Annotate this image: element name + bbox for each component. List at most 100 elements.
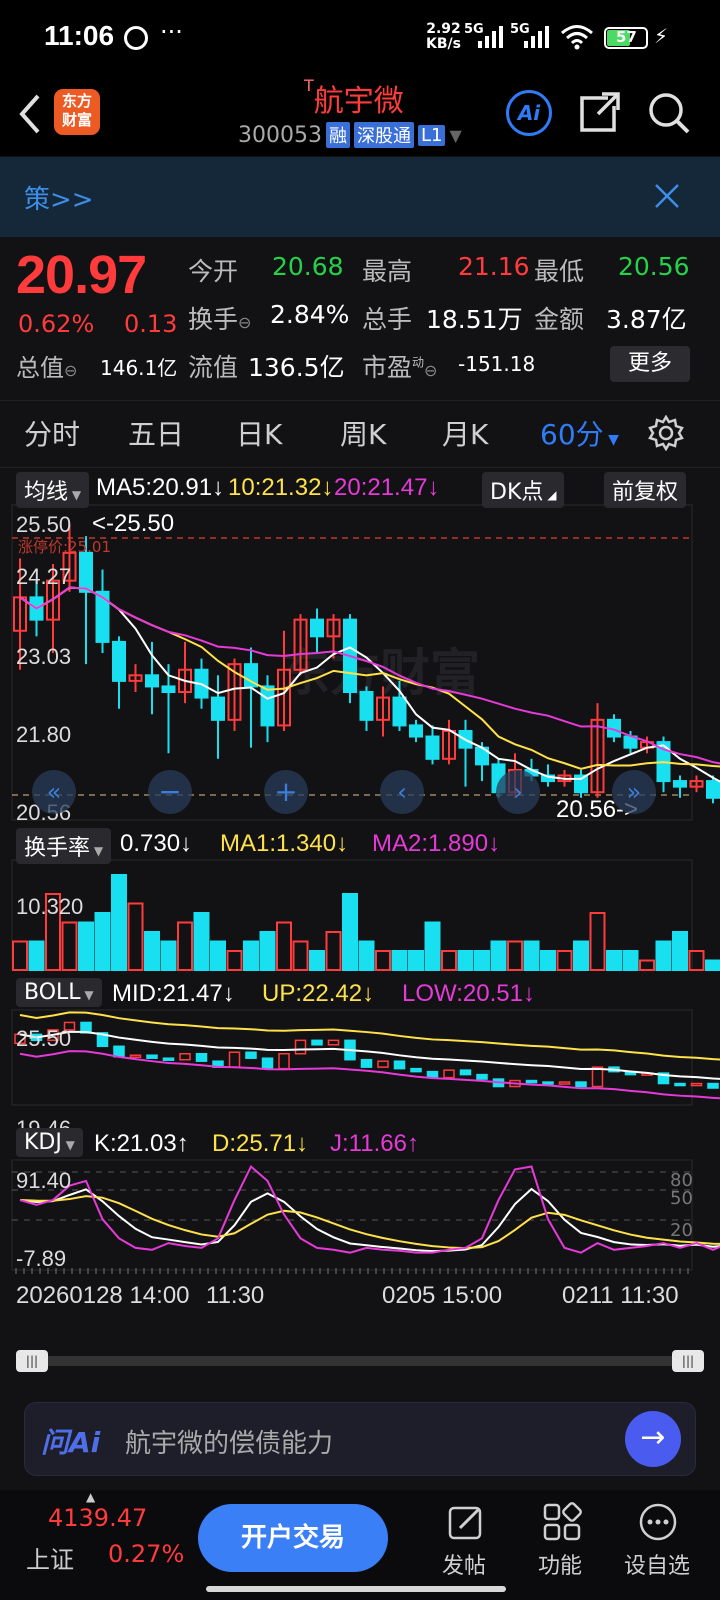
ai-send-button[interactable]: → — [625, 1411, 681, 1467]
boll-candle — [195, 1052, 208, 1062]
boll-candle — [459, 1069, 472, 1076]
boll-candle — [294, 1039, 307, 1055]
low-value: 20.56 — [618, 252, 690, 281]
trade-button[interactable]: 开户交易 — [198, 1504, 388, 1572]
high-marker: <-25.50 — [92, 510, 175, 537]
candle-body — [673, 780, 687, 788]
tab-5day[interactable]: 五日 — [128, 413, 184, 453]
turnover-bar — [309, 950, 325, 971]
turnover-bar — [523, 940, 540, 971]
kdj-y-top: 91.40 — [16, 1168, 72, 1193]
post-icon[interactable] — [446, 1502, 486, 1542]
kdj-k: K:21.03↑ — [94, 1130, 189, 1157]
boll-selector[interactable]: BOLL ▼ — [16, 978, 102, 1007]
turnover-value: 2.84% — [270, 300, 350, 329]
tab-day-k[interactable]: 日K — [236, 413, 282, 453]
charging-icon: ⚡ — [654, 24, 669, 48]
strategy-link[interactable]: 策>> — [24, 179, 94, 216]
boll-candle — [129, 1054, 142, 1058]
boll-candle — [674, 1082, 686, 1087]
bottom-bar: ▲ 4139.47 上证 0.27% 开户交易 发帖 功能 设自选 — [0, 1490, 720, 1600]
scroller-right-handle[interactable]: ||| — [672, 1350, 704, 1372]
tab-60min[interactable]: 60分 ▼ — [540, 413, 619, 453]
panel-frame — [11, 1159, 693, 1271]
ai-ask-bar[interactable]: 问Ai 航宇微的偿债能力 → — [24, 1402, 696, 1476]
share-icon[interactable] — [578, 90, 622, 134]
close-icon[interactable] — [654, 183, 680, 209]
range-scroller[interactable] — [16, 1356, 704, 1366]
boll-low: LOW:20.51↓ — [402, 980, 535, 1007]
scroll-right-button[interactable]: › — [496, 770, 540, 814]
boll-candle — [542, 1081, 554, 1085]
x-label-2: 11:30 — [206, 1282, 265, 1309]
info-icon: ⊖ — [238, 313, 252, 332]
turnover-selector[interactable]: 换手率 ▼ — [16, 828, 112, 864]
settings-gear-icon[interactable] — [648, 415, 684, 451]
nav-bar: 东方 财富 T航宇微 300053 融 深股通 L1 ▼ Ai — [0, 76, 720, 156]
mktcap-label: 总值⊖ — [16, 354, 78, 382]
stock-code-row[interactable]: 300053 融 深股通 L1 ▼ — [238, 122, 462, 148]
zoom-in-button[interactable]: + — [264, 770, 308, 814]
x-label-4: 0211 11:30 — [562, 1282, 679, 1309]
kdj-selector[interactable]: KDJ ▼ — [16, 1128, 83, 1157]
post-label[interactable]: 发帖 — [442, 1548, 486, 1580]
index-name[interactable]: 上证 — [26, 1540, 74, 1575]
ai-query-text[interactable]: 航宇微的偿债能力 — [125, 1423, 333, 1460]
tag-sgt: 深股通 — [353, 122, 414, 148]
turnover-bar — [672, 931, 688, 971]
kline-chart[interactable]: 东方财富 — [0, 500, 720, 1290]
more-circle-icon[interactable] — [638, 1502, 678, 1542]
boll-candle — [360, 1058, 373, 1068]
tab-month-k[interactable]: 月K — [442, 413, 488, 453]
turnover-bar — [655, 940, 672, 971]
function-label[interactable]: 功能 — [538, 1548, 582, 1580]
battery-icon: 57 — [604, 27, 648, 49]
y-label-3: 23.03 — [16, 644, 72, 669]
home-indicator — [206, 1586, 506, 1592]
boll-candle — [591, 1066, 604, 1088]
strategy-banner[interactable]: 策>> — [0, 157, 720, 237]
index-pct[interactable]: 0.27% — [108, 1540, 184, 1568]
candle-body — [706, 780, 720, 799]
kdj-ref-50: 50 — [670, 1188, 693, 1209]
kdj-ref-20: 20 — [670, 1220, 693, 1241]
turnover-bar — [573, 940, 589, 971]
boll-candle — [228, 1051, 241, 1068]
boll-line — [19, 1011, 720, 1061]
tab-week-k[interactable]: 周K — [340, 413, 386, 453]
volume-value: 18.51万 — [426, 305, 523, 334]
turnover-bar — [556, 950, 573, 971]
tab-fenshi[interactable]: 分时 — [24, 413, 80, 453]
index-value[interactable]: 4139.47 — [48, 1504, 147, 1532]
search-icon[interactable] — [646, 90, 692, 136]
function-grid-icon[interactable] — [542, 1502, 582, 1542]
wifi-icon — [561, 25, 593, 50]
boll-candle — [113, 1045, 125, 1058]
more-button[interactable]: 更多 — [610, 346, 690, 382]
candle-body — [310, 618, 324, 638]
boll-candle — [443, 1069, 455, 1079]
scroller-left-handle[interactable]: ||| — [16, 1350, 48, 1372]
turnover-bar — [226, 950, 243, 971]
turnover-bar — [342, 893, 358, 971]
open-value: 20.68 — [272, 252, 344, 281]
status-time: 11:06 — [44, 20, 115, 51]
candle-body — [425, 735, 440, 760]
ai-button[interactable]: Ai — [506, 90, 552, 136]
candle-body — [409, 724, 423, 738]
kdj-d: D:25.71↓ — [212, 1130, 309, 1157]
scroll-right-fast-button[interactable]: » — [612, 770, 656, 814]
dropdown-icon: ▼ — [603, 432, 619, 448]
net-speed: 2.92 KB/s — [426, 21, 461, 52]
boll-candle — [707, 1082, 719, 1089]
scroll-left-fast-button[interactable]: « — [32, 770, 76, 814]
kdj-line — [19, 1164, 720, 1254]
turnover-bar — [111, 874, 127, 971]
back-arrow-icon[interactable] — [16, 92, 44, 136]
turnover-bar — [61, 921, 78, 971]
turnover-bar — [490, 940, 507, 971]
candle-body — [260, 685, 275, 727]
zoom-out-button[interactable]: − — [148, 770, 192, 814]
scroll-left-button[interactable]: ‹ — [380, 770, 424, 814]
watchlist-label[interactable]: 设自选 — [624, 1548, 690, 1580]
